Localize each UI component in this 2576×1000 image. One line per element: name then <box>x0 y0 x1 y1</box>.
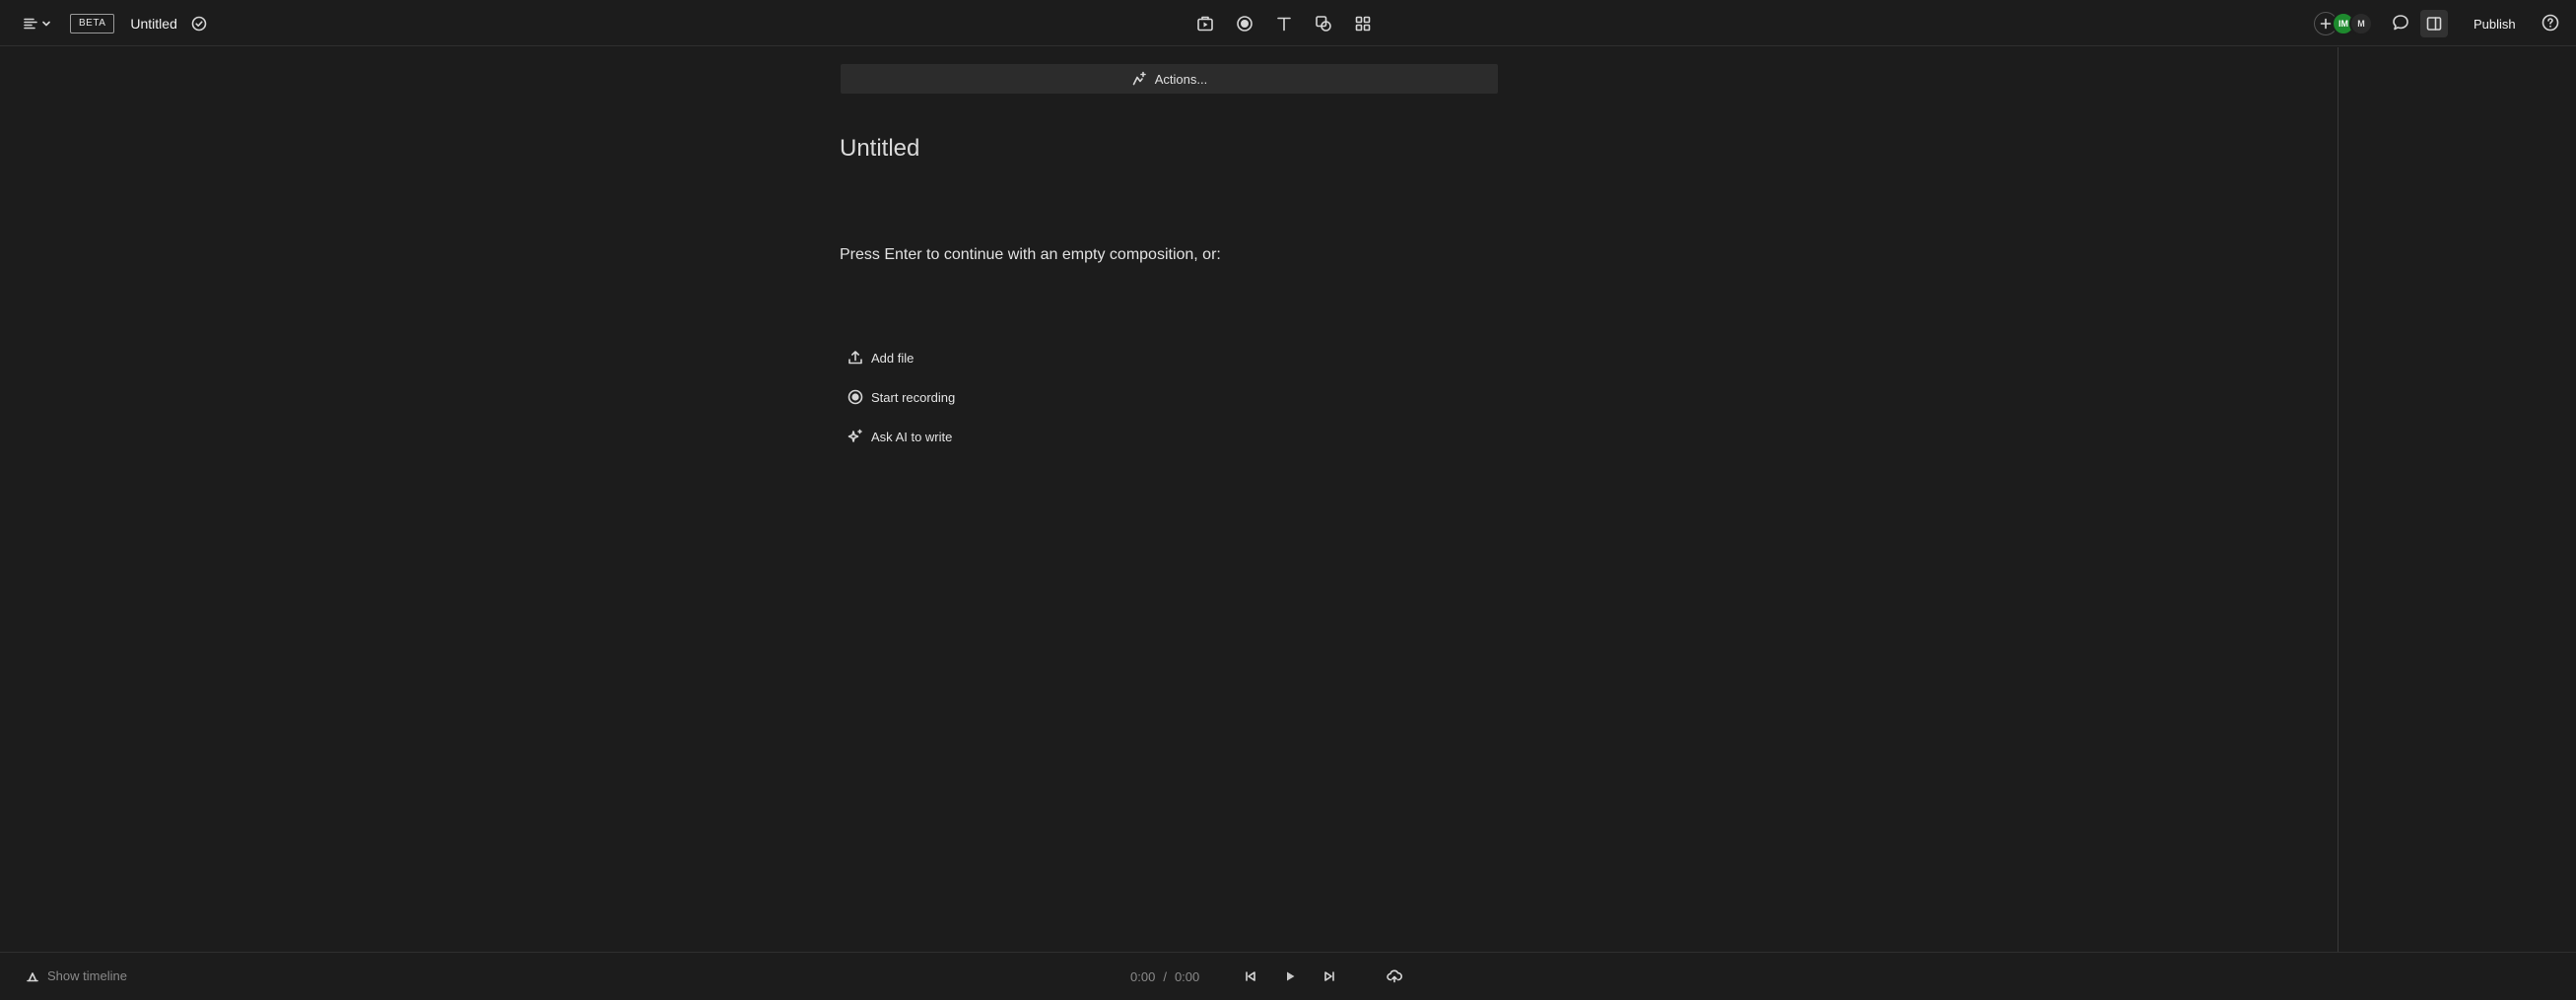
record-icon <box>1236 15 1254 33</box>
skip-forward-icon <box>1322 969 1336 983</box>
main-menu-button[interactable] <box>24 18 50 30</box>
start-recording-option[interactable]: Start recording <box>847 386 955 408</box>
comment-icon <box>2391 13 2410 33</box>
toggle-sidebar-button[interactable] <box>2420 10 2448 37</box>
timeline-icon <box>26 969 39 983</box>
time-separator: / <box>1163 968 1167 984</box>
total-time: 0:00 <box>1174 968 1200 984</box>
add-text-button[interactable] <box>1273 13 1295 34</box>
skip-back-icon <box>1244 969 1257 983</box>
play-button[interactable] <box>1280 967 1300 986</box>
loop-button[interactable] <box>1385 967 1404 986</box>
plus-icon <box>2320 18 2332 30</box>
check-circle-icon <box>191 16 207 32</box>
comments-button[interactable] <box>2391 13 2410 33</box>
grid-icon <box>1354 15 1372 33</box>
bottom-bar: Show timeline 0:00 / 0:00 <box>0 952 2576 1000</box>
chevron-down-icon <box>42 21 50 27</box>
document-title[interactable]: Untitled <box>130 16 176 32</box>
top-toolbar: BETA Untitled IM M Publish <box>0 0 2576 46</box>
show-timeline-button[interactable]: Show timeline <box>26 968 127 983</box>
shapes-icon <box>1315 15 1332 33</box>
sidebar-panel-icon <box>2425 15 2443 33</box>
empty-composition-prompt: Press Enter to continue with an empty co… <box>840 246 1221 263</box>
option-label: Ask AI to write <box>871 429 953 444</box>
option-label: Add file <box>871 350 915 366</box>
upload-icon <box>847 350 863 366</box>
sidebar-divider <box>2338 47 2339 952</box>
avatar[interactable]: M <box>2349 12 2373 35</box>
record-button[interactable] <box>1234 13 1255 34</box>
document-heading[interactable]: Untitled <box>840 135 919 163</box>
actions-button[interactable]: Actions... <box>841 64 1498 94</box>
publish-button[interactable]: Publish <box>2464 12 2526 35</box>
beta-badge: BETA <box>70 13 115 33</box>
cloud-upload-icon <box>1387 969 1403 983</box>
playback-controls: 0:00 / 0:00 <box>1130 967 1404 986</box>
insert-tools <box>1194 0 1374 46</box>
skip-forward-button[interactable] <box>1320 967 1339 986</box>
media-icon <box>1196 15 1214 33</box>
menu-lines-icon <box>24 18 37 30</box>
help-icon <box>2541 13 2560 33</box>
skip-back-button[interactable] <box>1241 967 1260 986</box>
toolbar-left: BETA Untitled <box>24 0 207 46</box>
add-file-option[interactable]: Add file <box>847 347 914 368</box>
toolbar-right: IM M Publish <box>2280 0 2576 46</box>
option-label: Start recording <box>871 389 956 405</box>
record-icon <box>847 389 863 405</box>
ai-actions-icon <box>1131 71 1147 87</box>
text-icon <box>1275 15 1293 33</box>
ask-ai-option[interactable]: Ask AI to write <box>847 426 952 447</box>
show-timeline-label: Show timeline <box>47 968 127 983</box>
current-time: 0:00 <box>1130 968 1156 984</box>
help-button[interactable] <box>2541 13 2560 33</box>
play-icon <box>1283 969 1297 983</box>
sparkle-icon <box>847 429 863 444</box>
add-layout-button[interactable] <box>1352 13 1374 34</box>
actions-label: Actions... <box>1154 71 1208 87</box>
add-media-button[interactable] <box>1194 13 1216 34</box>
add-shape-button[interactable] <box>1313 13 1334 34</box>
